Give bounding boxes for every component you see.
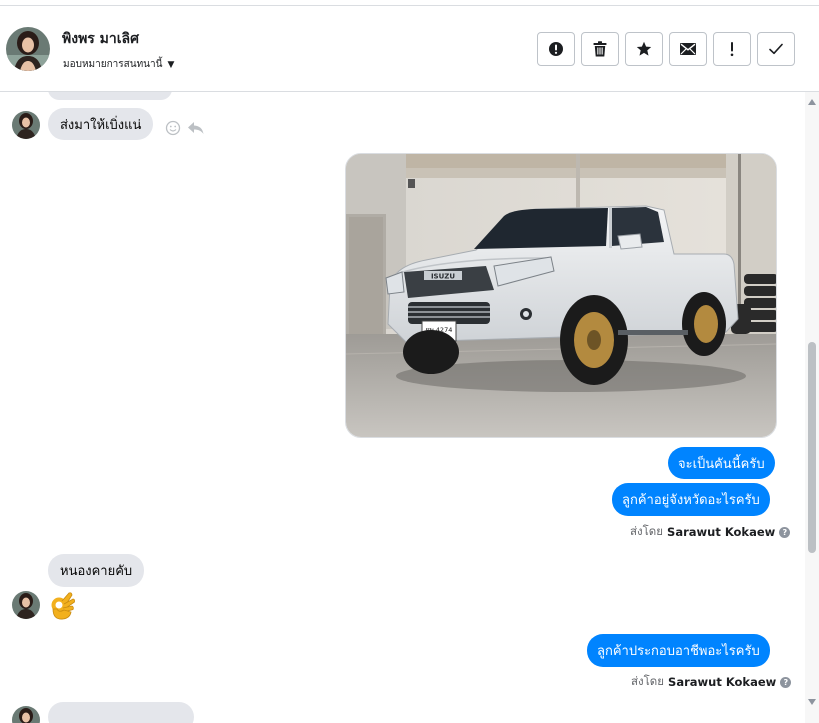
- alert-circle-icon: [549, 42, 563, 56]
- message-text: ลูกค้าอยู่จังหวัดอะไรครับ: [622, 493, 760, 508]
- sender-name[interactable]: Sarawut Kokaew: [667, 525, 775, 539]
- assign-label: มอบหมายการสนทนานี้: [63, 59, 163, 70]
- contact-avatar[interactable]: [6, 27, 50, 71]
- envelope-icon: [680, 43, 696, 55]
- sender-avatar[interactable]: [12, 591, 40, 619]
- sent-by-prefix: ส่งโดย: [630, 524, 664, 538]
- assign-conversation-dropdown[interactable]: มอบหมายการสนทนานี้ ▼: [63, 57, 174, 72]
- sent-by-prefix: ส่งโดย: [631, 674, 665, 688]
- follow-up-button[interactable]: [713, 32, 751, 66]
- spam-button[interactable]: [537, 32, 575, 66]
- ok-hand-emoji-icon: [49, 591, 77, 621]
- message-bubble-partial: [48, 702, 194, 723]
- conversation-actions: [537, 32, 795, 66]
- shared-photo[interactable]: ISUZU ผพ 4274: [345, 153, 777, 438]
- star-icon: [636, 41, 652, 56]
- message-bubble-partial: [48, 92, 172, 100]
- sender-avatar[interactable]: [12, 111, 40, 139]
- incoming-message: หนองคายคับ: [48, 554, 145, 587]
- incoming-message: ส่งมาให้เบิ่งแน่: [48, 108, 154, 140]
- sender-avatar-partial[interactable]: [12, 706, 40, 723]
- outgoing-message: ลูกค้าประกอบอาชีพอะไรครับ: [587, 634, 770, 667]
- contact-name[interactable]: พิงพร มาเลิศ: [62, 28, 139, 50]
- outgoing-message: ลูกค้าอยู่จังหวัดอะไรครับ: [612, 483, 770, 516]
- star-button[interactable]: [625, 32, 663, 66]
- sent-by-label: ส่งโดย Sarawut Kokaew ?: [631, 673, 792, 691]
- conversation-header: พิงพร มาเลิศ มอบหมายการสนทนานี้ ▼: [0, 6, 819, 92]
- message-text: ลูกค้าประกอบอาชีพอะไรครับ: [597, 644, 760, 659]
- reply-icon[interactable]: [187, 120, 205, 136]
- mark-unread-button[interactable]: [669, 32, 707, 66]
- sender-name[interactable]: Sarawut Kokaew: [668, 675, 776, 689]
- message-text: ส่งมาให้เบิ่งแน่: [60, 117, 142, 133]
- mark-done-button[interactable]: [757, 32, 795, 66]
- info-icon[interactable]: ?: [779, 526, 791, 538]
- info-icon[interactable]: ?: [780, 676, 792, 688]
- message-text: หนองคายคับ: [60, 564, 133, 579]
- message-text: จะเป็นคันนี้ครับ: [678, 456, 765, 472]
- scroll-up-arrow-icon[interactable]: [808, 99, 816, 105]
- caret-down-icon: ▼: [167, 59, 175, 70]
- trash-icon: [593, 41, 607, 57]
- scroll-down-arrow-icon[interactable]: [808, 699, 816, 705]
- checkmark-icon: [769, 43, 783, 55]
- react-icon[interactable]: [165, 120, 181, 136]
- outgoing-message: จะเป็นคันนี้ครับ: [668, 447, 775, 479]
- badge-text: ISUZU: [431, 273, 455, 281]
- delete-button[interactable]: [581, 32, 619, 66]
- scrollbar-thumb[interactable]: [808, 342, 816, 553]
- message-thread[interactable]: ส่งมาให้เบิ่งแน่ ISUZU ผพ 4274 จะเป็นคัน…: [0, 92, 805, 723]
- sent-by-label: ส่งโดย Sarawut Kokaew ?: [630, 523, 791, 541]
- exclamation-icon: [730, 42, 734, 57]
